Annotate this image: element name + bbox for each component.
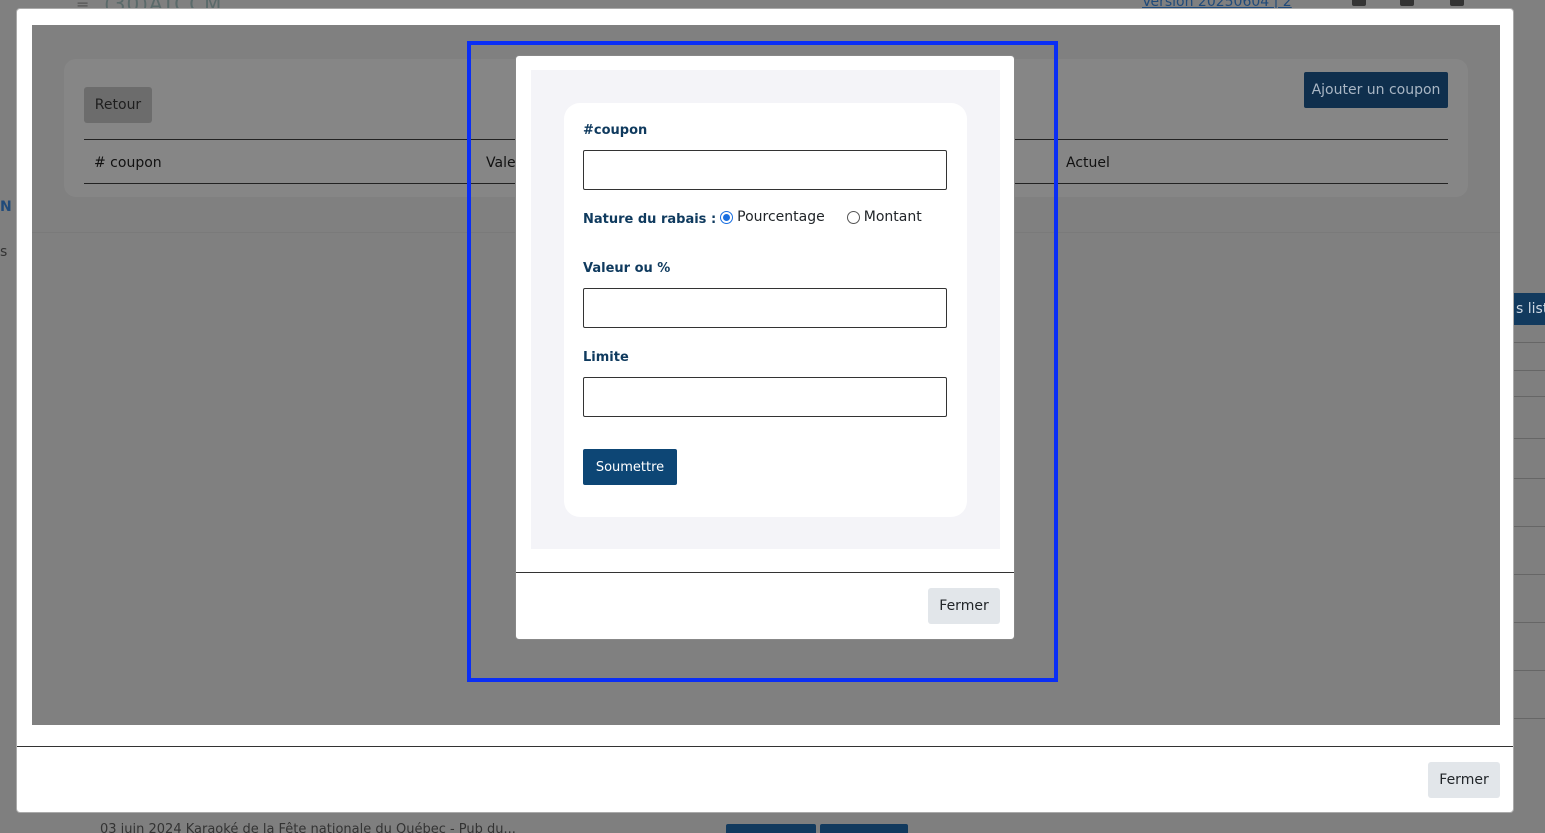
limit-label: Limite <box>583 350 629 365</box>
percentage-radio-label[interactable]: Pourcentage <box>737 209 825 225</box>
divider <box>1514 670 1545 671</box>
divider <box>1514 526 1545 527</box>
outer-modal-footer-divider <box>17 746 1513 747</box>
percentage-radio[interactable] <box>720 210 734 224</box>
coupon-form-footer-divider <box>516 572 1014 573</box>
logout-icon[interactable] <box>1400 0 1414 6</box>
amount-radio[interactable] <box>846 210 860 224</box>
document-icon[interactable] <box>1352 0 1366 6</box>
discount-type-label: Nature du rabais : <box>583 211 717 227</box>
divider <box>1514 342 1545 343</box>
column-header-coupon: # coupon <box>94 155 162 171</box>
divider <box>1514 438 1545 439</box>
value-input[interactable] <box>583 288 947 328</box>
help-icon[interactable] <box>1450 0 1464 6</box>
add-coupon-button[interactable]: Ajouter un coupon <box>1304 72 1448 108</box>
outer-close-button[interactable]: Fermer <box>1428 762 1500 798</box>
divider <box>1514 574 1545 575</box>
sidebar-item-n[interactable]: N <box>0 199 12 215</box>
coupon-form: #coupon Nature du rabais : Pourcentage M… <box>564 103 967 517</box>
amount-radio-label[interactable]: Montant <box>864 209 922 225</box>
divider <box>1514 622 1545 623</box>
close-button[interactable]: Fermer <box>928 588 1000 624</box>
divider <box>1514 396 1545 397</box>
row-action-button[interactable] <box>820 824 908 833</box>
limit-input[interactable] <box>583 377 947 417</box>
list-button[interactable]: s list <box>1512 293 1545 325</box>
submit-button[interactable]: Soumettre <box>583 449 677 485</box>
discount-type-group: Nature du rabais : Pourcentage Montant <box>583 209 922 227</box>
event-row-text: 03 juin 2024 Karaoké de la Fête national… <box>100 822 516 833</box>
row-action-button[interactable] <box>726 824 816 833</box>
coupon-code-label: #coupon <box>583 123 648 138</box>
column-header-current: Actuel <box>1066 155 1110 171</box>
back-button[interactable]: Retour <box>84 87 152 123</box>
divider <box>1514 478 1545 479</box>
coupon-form-modal: #coupon Nature du rabais : Pourcentage M… <box>515 55 1015 640</box>
divider <box>1514 718 1545 719</box>
sidebar-item-s[interactable]: s <box>0 244 7 260</box>
value-label: Valeur ou % <box>583 261 671 276</box>
divider <box>1514 370 1545 371</box>
coupon-code-input[interactable] <box>583 150 947 190</box>
coupon-form-modal-body: #coupon Nature du rabais : Pourcentage M… <box>531 70 1000 549</box>
